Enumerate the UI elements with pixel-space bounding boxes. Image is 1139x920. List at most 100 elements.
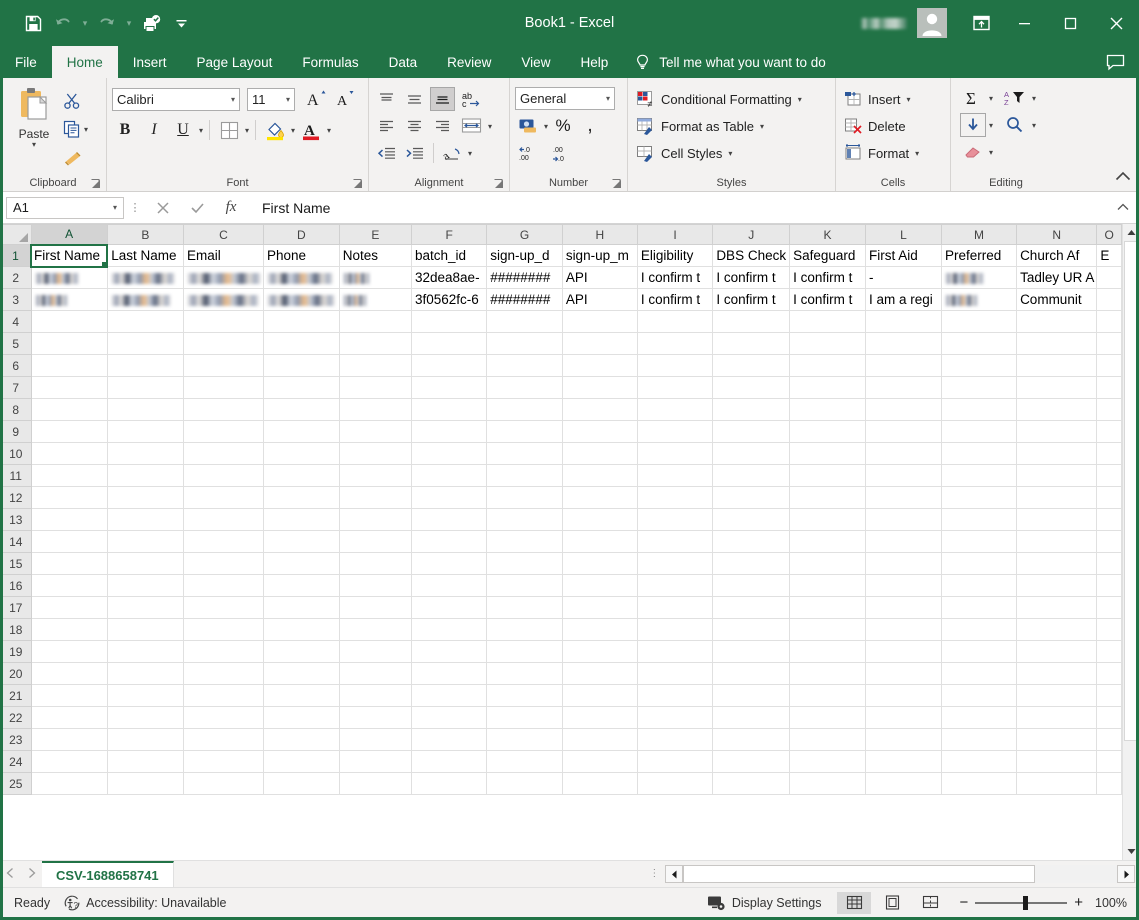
cell-H12[interactable] <box>561 486 638 509</box>
cell-L3[interactable]: I am a regi <box>864 288 943 311</box>
cell-D8[interactable] <box>263 398 340 421</box>
find-select-button[interactable] <box>1001 113 1029 137</box>
expand-formula-bar-icon[interactable] <box>1113 203 1133 212</box>
cell-A18[interactable] <box>30 618 108 641</box>
cell-A21[interactable] <box>30 684 108 707</box>
delete-cells-button[interactable]: Delete <box>844 113 906 139</box>
zoom-track[interactable] <box>975 895 1068 910</box>
cell-J21[interactable] <box>712 684 791 707</box>
row-header-19[interactable]: 19 <box>0 640 32 663</box>
orientation-button[interactable]: a <box>440 141 465 165</box>
cell-B19[interactable] <box>106 640 185 663</box>
font-name-input[interactable]: Calibri ▾ <box>112 87 240 111</box>
cancel-icon[interactable] <box>146 195 180 221</box>
cell-L23[interactable] <box>864 728 943 751</box>
cell-L12[interactable] <box>864 486 943 509</box>
cell-J25[interactable] <box>712 772 791 795</box>
tab-view[interactable]: View <box>506 46 565 78</box>
cell-M22[interactable] <box>941 706 1018 729</box>
cell-K15[interactable] <box>789 552 866 575</box>
cell-C19[interactable] <box>183 640 265 663</box>
cell-J7[interactable] <box>712 376 791 399</box>
cell-A2[interactable] <box>30 266 108 289</box>
cell-K16[interactable] <box>789 574 866 597</box>
orientation-dropdown-icon[interactable]: ▾ <box>468 149 472 158</box>
cell-N12[interactable] <box>1016 486 1098 509</box>
cell-A23[interactable] <box>30 728 108 751</box>
cell-H17[interactable] <box>561 596 638 619</box>
cell-E3[interactable] <box>338 288 413 311</box>
cell-N17[interactable] <box>1016 596 1098 619</box>
cell-C8[interactable] <box>183 398 265 421</box>
align-right-button[interactable] <box>430 114 455 138</box>
cell-L1[interactable]: First Aid <box>864 244 943 267</box>
cell-I8[interactable] <box>636 398 714 421</box>
cell-F11[interactable] <box>410 464 488 487</box>
cell-J3[interactable]: I confirm t <box>712 288 791 311</box>
tab-insert[interactable]: Insert <box>118 46 182 78</box>
zoom-level-label[interactable]: 100% <box>1093 896 1139 910</box>
cell-F10[interactable] <box>410 442 488 465</box>
column-header-i[interactable]: I <box>636 224 714 245</box>
cell-C16[interactable] <box>183 574 265 597</box>
cell-O9[interactable] <box>1096 420 1122 443</box>
cell-N8[interactable] <box>1016 398 1098 421</box>
cell-J23[interactable] <box>712 728 791 751</box>
row-header-23[interactable]: 23 <box>0 728 32 751</box>
cell-M20[interactable] <box>941 662 1018 685</box>
cell-C18[interactable] <box>183 618 265 641</box>
cell-N4[interactable] <box>1016 310 1098 333</box>
row-header-20[interactable]: 20 <box>0 662 32 685</box>
cell-F20[interactable] <box>410 662 488 685</box>
cell-J1[interactable]: DBS Check <box>712 244 791 267</box>
cell-B14[interactable] <box>106 530 185 553</box>
table-row[interactable]: 21 <box>0 684 1122 707</box>
undo-icon[interactable] <box>48 8 78 38</box>
cell-A9[interactable] <box>30 420 108 443</box>
cell-N18[interactable] <box>1016 618 1098 641</box>
column-header-e[interactable]: E <box>338 224 413 245</box>
select-all-corner[interactable] <box>0 224 32 245</box>
cell-O4[interactable] <box>1096 310 1122 333</box>
insert-cells-button[interactable]: Insert ▾ <box>844 86 911 112</box>
merge-center-button[interactable] <box>458 114 485 138</box>
column-header-n[interactable]: N <box>1016 224 1098 245</box>
number-format-select[interactable]: General ▾ <box>515 87 615 110</box>
redo-icon[interactable] <box>92 8 122 38</box>
cell-O17[interactable] <box>1096 596 1122 619</box>
cell-C10[interactable] <box>183 442 265 465</box>
cell-J19[interactable] <box>712 640 791 663</box>
cell-E19[interactable] <box>338 640 413 663</box>
cell-J5[interactable] <box>712 332 791 355</box>
comments-icon[interactable] <box>1106 46 1125 78</box>
cell-N24[interactable] <box>1016 750 1098 773</box>
formula-bar-grip[interactable]: ⋮ <box>124 202 146 213</box>
row-header-4[interactable]: 4 <box>0 310 32 333</box>
row-header-12[interactable]: 12 <box>0 486 32 509</box>
cell-D17[interactable] <box>263 596 340 619</box>
cell-G1[interactable]: sign-up_d <box>486 244 563 267</box>
cell-I9[interactable] <box>636 420 714 443</box>
cell-B5[interactable] <box>106 332 185 355</box>
cell-C13[interactable] <box>183 508 265 531</box>
find-select-dropdown-icon[interactable]: ▾ <box>1032 121 1036 130</box>
underline-dropdown-icon[interactable]: ▾ <box>199 126 203 135</box>
cell-B2[interactable] <box>106 266 185 289</box>
cell-M23[interactable] <box>941 728 1018 751</box>
cell-K6[interactable] <box>789 354 866 377</box>
cell-M13[interactable] <box>941 508 1018 531</box>
cell-I17[interactable] <box>636 596 714 619</box>
cell-E9[interactable] <box>338 420 413 443</box>
cell-D12[interactable] <box>263 486 340 509</box>
tab-formulas[interactable]: Formulas <box>287 46 373 78</box>
cell-K5[interactable] <box>789 332 866 355</box>
cell-B3[interactable] <box>106 288 185 311</box>
cell-E14[interactable] <box>338 530 413 553</box>
cell-G4[interactable] <box>486 310 563 333</box>
bold-button[interactable]: B <box>112 117 138 143</box>
cell-F9[interactable] <box>410 420 488 443</box>
prev-sheet-icon[interactable] <box>6 868 14 880</box>
cell-E20[interactable] <box>338 662 413 685</box>
cell-G6[interactable] <box>486 354 563 377</box>
cell-styles-button[interactable]: Cell Styles ▾ <box>636 140 732 166</box>
